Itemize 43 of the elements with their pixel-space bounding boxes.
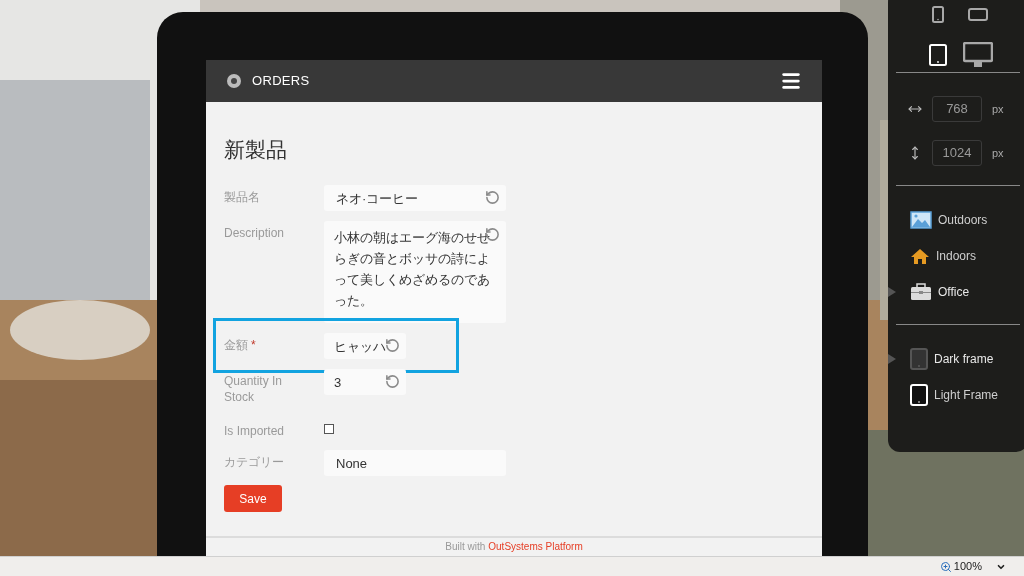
text-field[interactable]: 3 <box>324 369 406 395</box>
save-button[interactable]: Save <box>224 485 282 512</box>
checkbox[interactable] <box>324 424 334 434</box>
tablet-icon <box>910 348 928 370</box>
height-field[interactable]: 1024 <box>932 140 982 166</box>
description-field[interactable]: 小林の朝はエーグ海のせせらぎの音とボッサの詩によって美しくめざめるのであった。 <box>324 221 506 323</box>
field-label: 製品名 <box>224 190 260 204</box>
text-field[interactable]: ネオ·コーヒー <box>324 185 506 211</box>
unit-label: px <box>992 145 1004 161</box>
required-mark: * <box>251 338 256 352</box>
house-icon <box>910 247 930 265</box>
field-label: Is Imported <box>224 424 285 438</box>
tablet-icon[interactable] <box>929 44 947 67</box>
footer-link[interactable]: OutSystems Platform <box>488 541 583 552</box>
briefcase-icon <box>910 283 932 301</box>
option-button[interactable]: Light Frame <box>934 386 999 404</box>
reset-icon[interactable] <box>385 374 400 389</box>
tablet-icon <box>910 384 928 406</box>
option-button[interactable]: Indoors <box>936 247 977 265</box>
app-title: ORDERS <box>252 72 310 91</box>
field-label: Description <box>224 226 285 240</box>
monitor-icon[interactable] <box>963 42 993 69</box>
field-label: 金額 <box>224 338 248 352</box>
width-field[interactable]: 768 <box>932 96 982 122</box>
zoom-icon[interactable] <box>939 560 952 573</box>
field-label: Quantity In Stock <box>224 374 283 404</box>
option-button[interactable]: Office <box>938 283 970 301</box>
landscape-image-icon <box>910 211 932 229</box>
phone-landscape-icon[interactable] <box>968 7 988 21</box>
reset-icon[interactable] <box>485 190 500 205</box>
phone-icon[interactable] <box>932 5 944 23</box>
reset-icon[interactable] <box>385 338 400 353</box>
option-button[interactable]: Outdoors <box>938 211 988 229</box>
logo-icon <box>226 73 242 89</box>
menu-icon[interactable] <box>780 70 802 92</box>
zoom-level: 100% <box>953 559 982 575</box>
page-title: 新製品 <box>224 137 288 163</box>
text-field[interactable]: ヒャッハ <box>324 333 406 359</box>
unit-label: px <box>992 101 1004 117</box>
footer-text: Built with <box>445 541 486 552</box>
option-button[interactable]: Dark frame <box>934 350 994 368</box>
field-label: カテゴリー <box>224 455 284 469</box>
category-select[interactable]: None <box>324 450 506 476</box>
